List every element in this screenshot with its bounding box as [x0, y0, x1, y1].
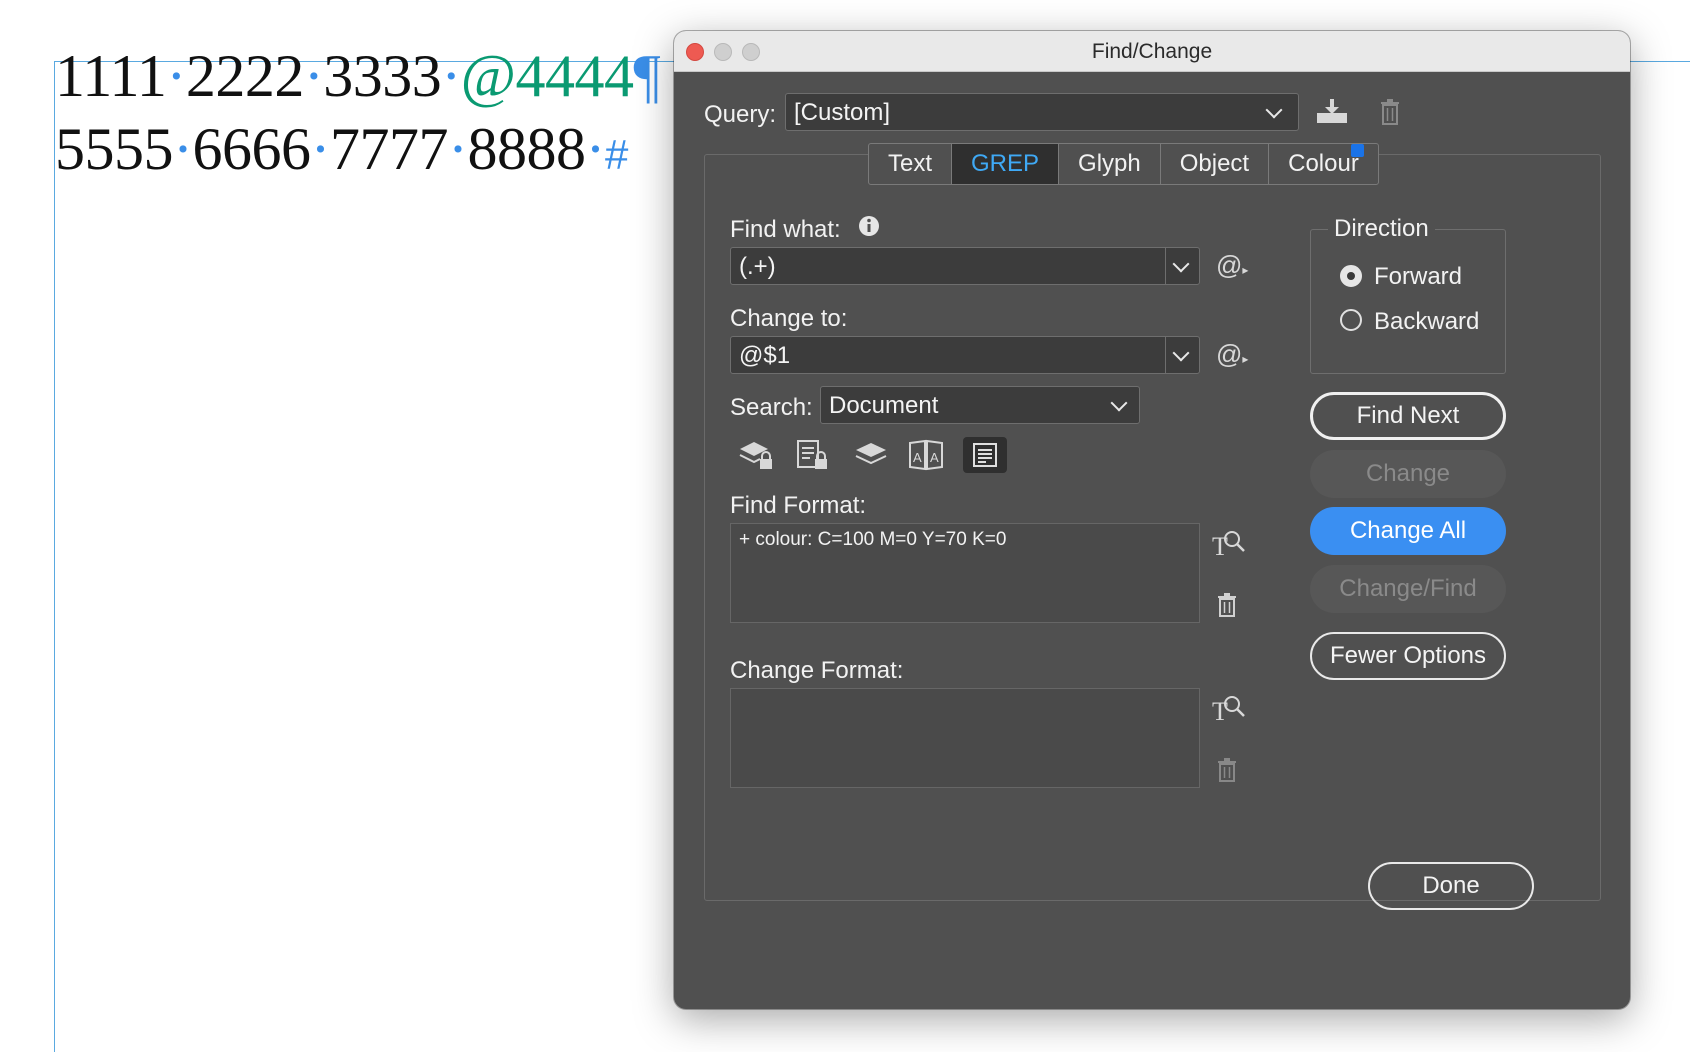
search-label: Search:	[730, 394, 813, 421]
search-type-tabs: Text GREP Glyph Object Colour	[868, 143, 1379, 185]
clear-change-format-icon[interactable]	[1217, 758, 1237, 782]
find-format-label: Find Format:	[730, 492, 867, 519]
direction-forward-radio[interactable]	[1340, 265, 1362, 287]
query-select[interactable]: [Custom]	[785, 93, 1299, 131]
change-to-input[interactable]: @$1	[730, 336, 1200, 374]
doc-text: 3333	[323, 43, 442, 109]
find-format-value: + colour: C=100 M=0 Y=70 K=0	[739, 529, 1007, 550]
find-next-button[interactable]: Find Next	[1310, 392, 1506, 440]
space-marker: ·	[173, 116, 193, 182]
text-frame-top-edge-right	[1630, 61, 1690, 62]
document-line-1[interactable]: 1111·2222·3333·@4444¶	[55, 42, 661, 111]
doc-text-colored: @4444	[460, 43, 634, 109]
direction-forward-label[interactable]: Forward	[1374, 263, 1462, 291]
find-what-input[interactable]: (.+)	[730, 247, 1200, 285]
delete-query-icon[interactable]	[1380, 99, 1400, 125]
tab-text[interactable]: Text	[869, 144, 953, 184]
focus-indicator	[1351, 144, 1364, 157]
query-label: Query:	[704, 101, 777, 128]
field-divider	[1165, 337, 1166, 373]
change-to-label: Change to:	[730, 305, 848, 332]
info-icon[interactable]	[858, 215, 880, 237]
specify-find-format-icon[interactable]: T	[1212, 529, 1246, 559]
direction-backward-radio[interactable]	[1340, 309, 1362, 331]
space-marker: ·	[310, 116, 330, 182]
change-button[interactable]: Change	[1310, 450, 1506, 498]
search-scope-value: Document	[829, 392, 939, 419]
change-format-box[interactable]	[730, 688, 1200, 788]
document-line-2[interactable]: 5555·6666·7777·8888·#	[55, 115, 628, 184]
change-all-button[interactable]: Change All	[1310, 507, 1506, 555]
svg-text:A: A	[930, 450, 939, 465]
space-marker: ·	[166, 43, 186, 109]
tab-grep[interactable]: GREP	[952, 144, 1060, 184]
space-marker: ·	[303, 43, 324, 109]
include-footnotes-icon	[973, 443, 997, 467]
special-characters-icon[interactable]: @▸	[1216, 339, 1248, 370]
chevron-down-icon[interactable]	[1172, 344, 1190, 362]
paragraph-marker: ¶	[633, 43, 661, 109]
special-char-glyph: @	[1216, 339, 1243, 369]
chevron-down-icon[interactable]	[1172, 255, 1190, 273]
dialog-titlebar[interactable]: Find/Change	[674, 31, 1630, 72]
space-marker: ·	[585, 116, 605, 182]
done-button[interactable]: Done	[1368, 862, 1534, 910]
save-query-icon[interactable]	[1316, 99, 1348, 125]
doc-text: 2222	[185, 43, 305, 109]
field-divider	[1165, 248, 1166, 284]
text-frame-left-edge	[54, 61, 55, 1052]
end-of-story-marker: #	[604, 131, 628, 178]
special-char-glyph: @	[1216, 250, 1243, 280]
doc-text: 6666	[192, 116, 311, 182]
change-format-label: Change Format:	[730, 657, 904, 684]
space-marker: ·	[447, 116, 468, 182]
tab-glyph[interactable]: Glyph	[1059, 144, 1161, 184]
find-change-dialog: Find/Change Query: [Custom] Text GREP Gl…	[674, 31, 1630, 1009]
query-value: [Custom]	[794, 99, 891, 126]
find-what-label: Find what:	[730, 216, 841, 243]
tab-object[interactable]: Object	[1161, 144, 1270, 184]
doc-text: 5555	[55, 116, 174, 182]
doc-text: 8888	[467, 116, 586, 182]
include-hidden-layers-icon[interactable]	[854, 441, 888, 469]
chevron-down-icon	[1110, 394, 1128, 412]
special-characters-icon[interactable]: @▸	[1216, 250, 1248, 281]
direction-backward-label[interactable]: Backward	[1374, 308, 1479, 336]
find-what-value: (.+)	[739, 253, 776, 280]
include-master-pages-icon[interactable]: A A	[908, 439, 944, 471]
include-locked-stories-icon[interactable]	[796, 439, 830, 471]
doc-text: 1111	[55, 43, 167, 109]
clear-find-format-icon[interactable]	[1217, 593, 1237, 617]
specify-change-format-icon[interactable]: T	[1212, 694, 1246, 724]
direction-group	[1310, 229, 1506, 374]
find-format-box[interactable]: + colour: C=100 M=0 Y=70 K=0	[730, 523, 1200, 623]
change-to-value: @$1	[739, 342, 791, 369]
dialog-title: Find/Change	[1091, 40, 1213, 63]
fewer-options-button[interactable]: Fewer Options	[1310, 632, 1506, 680]
direction-label: Direction	[1328, 215, 1435, 243]
space-marker: ·	[441, 43, 461, 109]
change-find-button[interactable]: Change/Find	[1310, 565, 1506, 613]
chevron-down-icon	[1265, 101, 1283, 119]
search-scope-select[interactable]: Document	[820, 386, 1140, 424]
include-locked-layers-icon[interactable]	[738, 439, 774, 471]
svg-text:A: A	[913, 450, 922, 465]
doc-text: 7777	[329, 116, 449, 182]
